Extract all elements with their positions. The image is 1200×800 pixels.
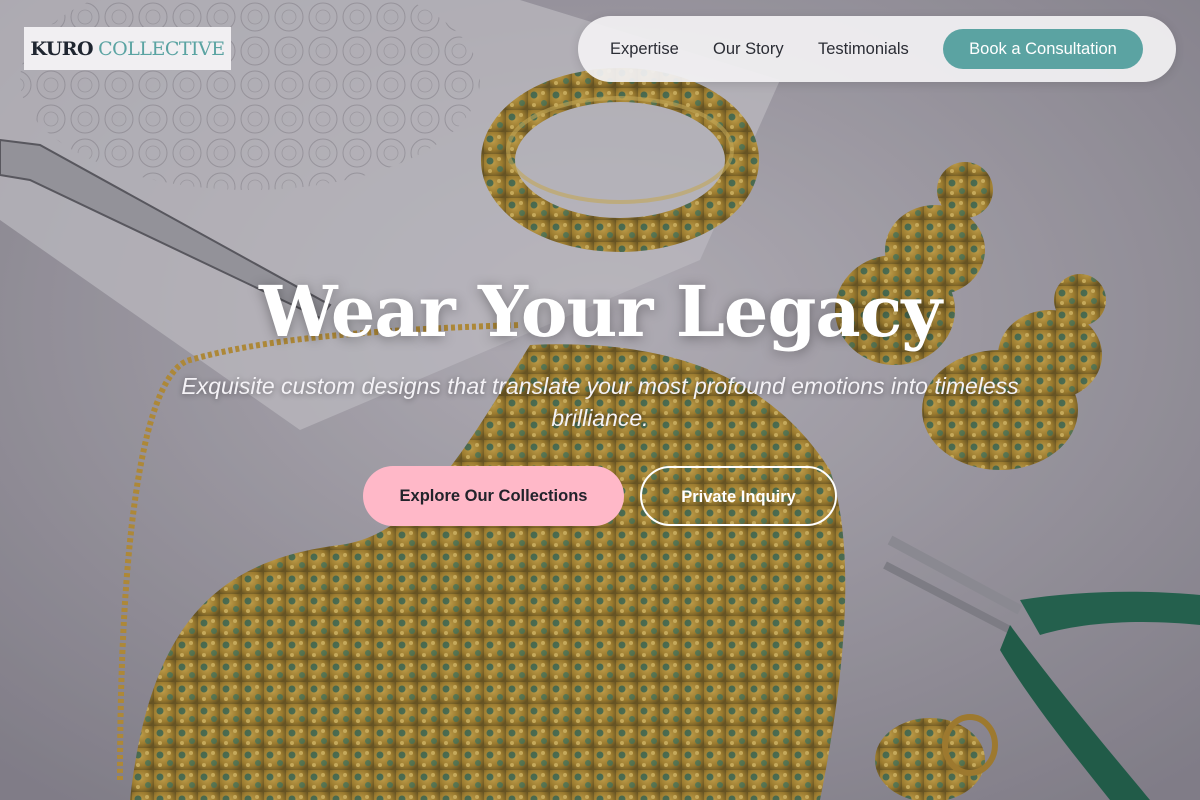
hero-subtitle: Exquisite custom designs that translate … — [181, 373, 1019, 431]
hero-title: Wear Your Legacy — [258, 270, 942, 353]
nav-link-testimonials[interactable]: Testimonials — [818, 16, 909, 82]
brand-logo[interactable]: KURO COLLECTIVE — [24, 27, 231, 70]
brand-name-part1: KURO — [30, 37, 94, 60]
book-consultation-button[interactable]: Book a Consultation — [943, 29, 1143, 69]
brand-name-part2: COLLECTIVE — [98, 37, 225, 60]
explore-collections-button[interactable]: Explore Our Collections — [363, 466, 624, 526]
nav-link-our-story[interactable]: Our Story — [713, 16, 784, 82]
private-inquiry-button[interactable]: Private Inquiry — [640, 466, 837, 526]
nav-link-expertise[interactable]: Expertise — [610, 16, 679, 82]
top-navigation: Expertise Our Story Testimonials Book a … — [578, 16, 1176, 82]
